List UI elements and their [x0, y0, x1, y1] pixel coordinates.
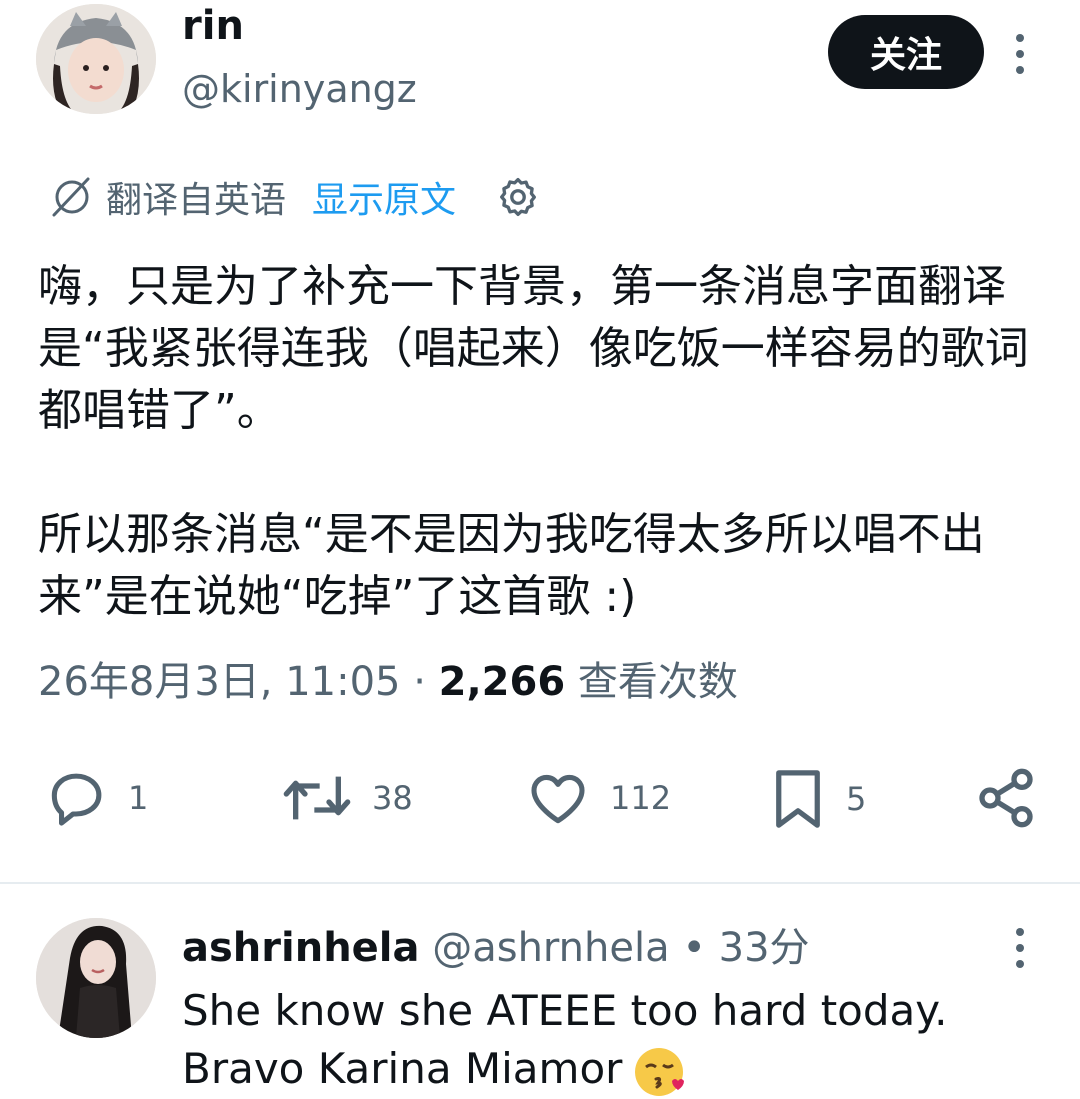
reply-handle-time[interactable]: @ashrnhela • 33分: [432, 925, 809, 971]
author-avatar[interactable]: [36, 4, 156, 114]
tweet-meta: 26年8月3日, 11:05 · 2,266 查看次数: [38, 656, 738, 708]
reply-button[interactable]: 1: [44, 766, 148, 830]
author-avatar-image: [36, 4, 156, 114]
reply-avatar[interactable]: [36, 918, 156, 1038]
translation-bar: 翻译自英语 显示原文: [46, 172, 540, 222]
reply-line-1: She know she ATEEE too hard today.: [182, 986, 948, 1035]
reply-line-2: Bravo Karina Miamor: [182, 1040, 1042, 1099]
reply-header: ashrinhela @ashrnhela • 33分: [182, 924, 810, 972]
tweet-paragraph-2: 所以那条消息“是不是因为我吃得太多所以唱不出来”是在说她“吃掉”了这首歌 :): [38, 509, 985, 622]
bookmark-button[interactable]: 5: [768, 766, 866, 832]
tweet-paragraph-1: 嗨，只是为了补充一下背景，第一条消息字面翻译是“我紧张得连我（唱起来）像吃饭一样…: [38, 261, 1029, 436]
divider: [0, 882, 1080, 884]
views-count: 2,266: [438, 659, 566, 705]
bookmark-count: 5: [846, 780, 867, 818]
heart-icon: [531, 774, 585, 824]
meta-separator: ·: [413, 659, 426, 705]
author-handle[interactable]: @kirinyangz: [182, 70, 417, 108]
reply-more-vertical-icon[interactable]: [1013, 928, 1027, 968]
bookmark-icon: [776, 770, 820, 828]
show-original-link[interactable]: 显示原文: [312, 171, 456, 223]
reply-avatar-image: [36, 918, 156, 1038]
share-icon: [979, 768, 1033, 828]
reply-author-name[interactable]: ashrinhela: [182, 925, 420, 971]
translate-icon: [52, 177, 90, 217]
reply-line-2-text: Bravo Karina Miamor: [182, 1044, 623, 1093]
like-button[interactable]: 112: [524, 766, 671, 830]
retweet-icon: [283, 776, 351, 820]
translated-from-label: 翻译自英语: [106, 180, 287, 221]
reply-bubble-icon: [51, 773, 102, 826]
like-count: 112: [610, 779, 672, 817]
follow-button[interactable]: 关注: [828, 15, 984, 89]
retweet-button[interactable]: 38: [280, 766, 413, 830]
share-button[interactable]: [974, 766, 1038, 830]
reply-text: She know she ATEEE too hard today. Bravo…: [182, 982, 1042, 1099]
reply-count: 1: [128, 779, 149, 817]
tweet-timestamp[interactable]: 26年8月3日, 11:05: [38, 659, 401, 705]
gear-icon[interactable]: [496, 175, 540, 219]
tweet-text: 嗨，只是为了补充一下背景，第一条消息字面翻译是“我紧张得连我（唱起来）像吃饭一样…: [38, 256, 1038, 628]
more-vertical-icon[interactable]: [1013, 34, 1027, 74]
kissing-face-emoji: [635, 1047, 685, 1096]
views-label: 查看次数: [577, 659, 738, 705]
author-name[interactable]: rin: [182, 6, 244, 46]
retweet-count: 38: [372, 779, 413, 817]
